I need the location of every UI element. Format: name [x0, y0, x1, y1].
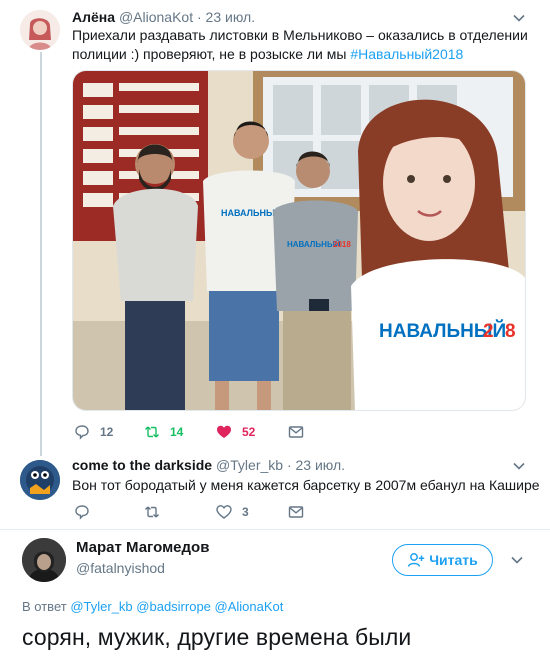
follow-button-label: Читать — [429, 552, 478, 568]
username[interactable]: @AlionaKot — [119, 9, 193, 25]
avatar[interactable] — [20, 10, 60, 50]
reply-prefix: В ответ — [22, 599, 67, 614]
retweet-button[interactable] — [144, 502, 170, 522]
tweet-date[interactable]: 23 июл. — [296, 457, 346, 473]
tweet-aliona[interactable]: Алёна @AlionaKot · 23 июл. Приехали разд… — [0, 0, 550, 450]
heart-icon — [217, 425, 231, 438]
tweet-text-line-2: полиции :) проверяют, не в розыске ли мы… — [72, 45, 532, 64]
display-name[interactable]: Алёна — [72, 9, 115, 25]
mention-link[interactable]: @badsirrope — [136, 599, 211, 614]
shirt-print-year-prefix: 2 — [483, 321, 494, 342]
retweet-button[interactable]: 14 — [144, 422, 183, 442]
retweet-icon — [145, 506, 159, 518]
add-user-icon — [407, 553, 425, 567]
mention-link[interactable]: @Tyler_kb — [70, 599, 132, 614]
retweet-count: 14 — [170, 425, 184, 439]
avatar[interactable] — [20, 460, 60, 500]
direct-message-button[interactable] — [288, 422, 314, 442]
separator-dot: · — [286, 457, 292, 473]
username-row: @fatalnyishod — [76, 560, 165, 576]
tweet-header: Алёна @AlionaKot · 23 июл. — [72, 9, 255, 25]
reply-count: 12 — [100, 425, 114, 439]
direct-message-button[interactable] — [288, 502, 314, 522]
chevron-down-icon[interactable] — [510, 553, 524, 567]
reply-button[interactable] — [74, 502, 100, 522]
tweet-header: come to the darkside @Tyler_kb · 23 июл. — [72, 457, 345, 473]
like-count: 52 — [242, 425, 256, 439]
tweet-text: сорян, мужик, другие времена были — [22, 624, 412, 650]
reply-icon — [75, 505, 89, 520]
separator-dot: · — [196, 9, 202, 25]
tweet-marat[interactable]: Марат Магомедов @fatalnyishod Читать В о… — [0, 530, 550, 661]
heart-outline-icon — [216, 505, 232, 519]
envelope-icon — [288, 506, 304, 518]
follow-button[interactable]: Читать — [392, 544, 493, 576]
display-name[interactable]: come to the darkside — [72, 457, 212, 473]
like-count: 3 — [242, 505, 249, 519]
chevron-down-icon[interactable] — [512, 11, 526, 25]
tweet-text-line-2-plain: полиции :) проверяют, не в розыске ли мы — [72, 46, 351, 62]
shirt-print-year-suffix: 8 — [505, 321, 516, 342]
username[interactable]: @fatalnyishod — [76, 560, 165, 576]
group-selfie-image: НАВАЛЬНЫЙ НАВАЛЬНЫЙ 2018 НАВАЛЬНЫЙ 2 8 — [73, 71, 525, 410]
mention-link[interactable]: @AlionaKot — [215, 599, 284, 614]
tweet-actions: 12 14 52 — [72, 422, 532, 442]
display-name[interactable]: Марат Магомедов — [76, 539, 209, 556]
avatar[interactable] — [22, 538, 66, 582]
tweet-text-line-1: Приехали раздавать листовки в Мельниково… — [72, 27, 528, 43]
reply-button[interactable]: 12 — [74, 422, 113, 442]
tweet-actions: 3 — [72, 502, 532, 522]
tweet-text: Приехали раздавать листовки в Мельниково… — [72, 26, 532, 64]
tweet-text: Вон тот бородатый у меня кажется барсетк… — [72, 477, 540, 493]
reply-icon — [75, 425, 89, 440]
tweet-photo[interactable]: НАВАЛЬНЫЙ НАВАЛЬНЫЙ 2018 НАВАЛЬНЫЙ 2 8 — [72, 70, 526, 411]
tweet-tyler[interactable]: come to the darkside @Tyler_kb · 23 июл.… — [0, 450, 550, 530]
svg-text:НАВАЛЬНЫЙ: НАВАЛЬНЫЙ — [221, 207, 281, 218]
svg-text:2018: 2018 — [333, 240, 351, 249]
envelope-icon — [288, 426, 304, 438]
hashtag-link[interactable]: #Навальный2018 — [350, 46, 463, 62]
reply-context: В ответ @Tyler_kb @badsirrope @AlionaKot — [22, 599, 283, 614]
tweet-header: Марат Магомедов — [76, 539, 209, 556]
like-button[interactable]: 3 — [216, 502, 249, 522]
retweet-icon — [145, 426, 159, 438]
username[interactable]: @Tyler_kb — [216, 457, 283, 473]
like-button[interactable]: 52 — [216, 422, 255, 442]
chevron-down-icon[interactable] — [512, 459, 526, 473]
tweet-date[interactable]: 23 июл. — [206, 9, 256, 25]
